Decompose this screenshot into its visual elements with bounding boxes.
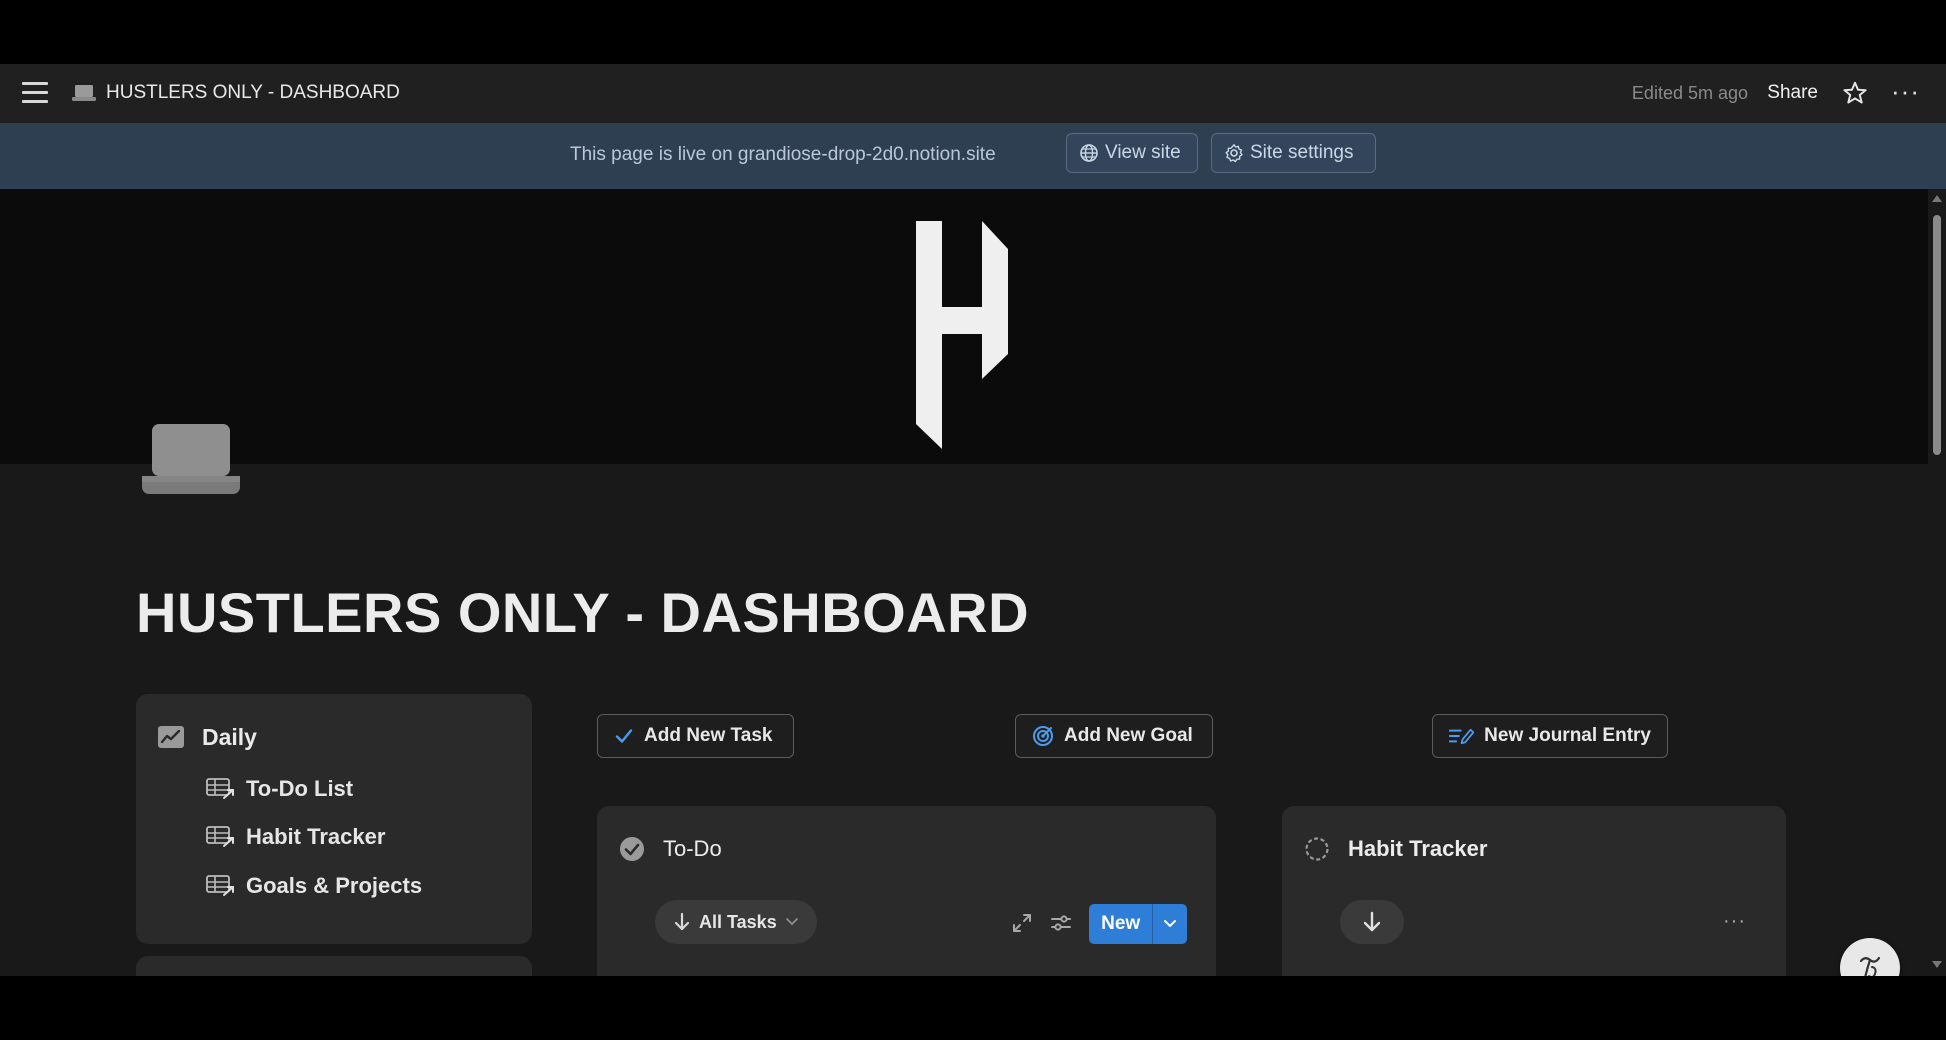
site-settings-label: Site settings (1250, 142, 1354, 163)
habit-more-options-button[interactable]: ··· (1723, 910, 1746, 933)
target-icon (1033, 726, 1053, 746)
page-scrollbar[interactable] (1928, 189, 1946, 976)
settings-sliders-icon[interactable] (1050, 912, 1072, 934)
globe-icon (1080, 144, 1098, 162)
habit-tracker-card: Habit Tracker ··· (1282, 806, 1786, 976)
arrow-down-icon (1363, 911, 1381, 932)
top-bar: HUSTLERS ONLY - DASHBOARD Edited 5m ago … (0, 64, 1946, 123)
chevron-down-icon (1164, 920, 1177, 928)
banner-text: This page is live on grandiose-drop-2d0.… (570, 144, 996, 165)
daily-heading: Daily (202, 724, 257, 750)
scroll-down-arrow-icon[interactable] (1932, 961, 1942, 968)
new-button-label[interactable]: New (1089, 904, 1152, 944)
page-title[interactable]: HUSTLERS ONLY - DASHBOARD (136, 580, 1029, 645)
check-circle-icon (620, 837, 644, 861)
arrow-down-icon (674, 912, 690, 931)
sidebar-link-label: Habit Tracker (246, 824, 386, 849)
sidebar-link-habit-tracker[interactable]: Habit Tracker (206, 822, 385, 852)
view-tab-label: All Tasks (699, 911, 777, 932)
view-site-button[interactable]: View site (1066, 133, 1198, 173)
chart-line-icon (158, 726, 184, 748)
published-site-banner: This page is live on grandiose-drop-2d0.… (0, 123, 1946, 189)
edited-timestamp: Edited 5m ago (1631, 83, 1748, 103)
new-journal-entry-button[interactable]: New Journal Entry (1432, 714, 1668, 758)
chevron-down-icon (785, 918, 798, 926)
expand-icon[interactable] (1011, 912, 1033, 934)
view-site-label: View site (1105, 142, 1181, 163)
help-button[interactable] (1840, 938, 1900, 976)
todo-title[interactable]: To-Do (663, 836, 722, 862)
database-link-icon (206, 875, 234, 896)
database-link-icon (206, 826, 234, 847)
laptop-icon[interactable] (142, 424, 240, 496)
add-new-task-label: Add New Task (644, 725, 773, 746)
add-new-goal-label: Add New Goal (1064, 725, 1193, 746)
pencil-lines-icon (1449, 728, 1475, 745)
todo-card: To-Do All Tasks New (597, 806, 1216, 976)
add-new-task-button[interactable]: Add New Task (597, 714, 794, 758)
cover-image (0, 189, 1928, 464)
hamburger-icon[interactable] (22, 82, 48, 104)
new-task-button[interactable]: New (1089, 904, 1187, 944)
scroll-up-arrow-icon[interactable] (1932, 195, 1942, 202)
breadcrumb-page-title[interactable]: HUSTLERS ONLY - DASHBOARD (106, 82, 400, 104)
new-journal-entry-label: New Journal Entry (1484, 725, 1651, 746)
sidebar-link-todo-list[interactable]: To-Do List (206, 774, 353, 804)
app-window: HUSTLERS ONLY - DASHBOARD Edited 5m ago … (0, 64, 1946, 976)
add-new-goal-button[interactable]: Add New Goal (1015, 714, 1213, 758)
habit-tracker-title[interactable]: Habit Tracker (1348, 836, 1487, 862)
loading-circle-icon (1305, 837, 1329, 861)
help-squiggle-icon (1859, 956, 1881, 976)
star-icon[interactable] (1842, 80, 1868, 106)
more-options-button[interactable]: ··· (1891, 78, 1920, 104)
check-icon (615, 729, 633, 743)
gear-icon (1225, 144, 1243, 163)
share-button[interactable]: Share (1767, 82, 1818, 104)
view-tab-all-tasks[interactable]: All Tasks (655, 900, 817, 944)
daily-nav-card: Daily To-Do List Habit Tracker Goals & P… (136, 694, 532, 944)
sidebar-link-label: Goals & Projects (246, 873, 423, 898)
new-button-dropdown[interactable] (1152, 904, 1187, 944)
scroll-thumb[interactable] (1933, 215, 1941, 455)
laptop-icon (72, 85, 96, 101)
habit-sort-button[interactable] (1340, 900, 1404, 944)
site-settings-button[interactable]: Site settings (1211, 133, 1376, 173)
h-logo-icon (916, 221, 1008, 449)
database-link-icon (206, 778, 234, 799)
sidebar-link-goals-projects[interactable]: Goals & Projects (206, 871, 422, 901)
secondary-nav-card (136, 956, 532, 976)
sidebar-link-label: To-Do List (246, 776, 354, 801)
